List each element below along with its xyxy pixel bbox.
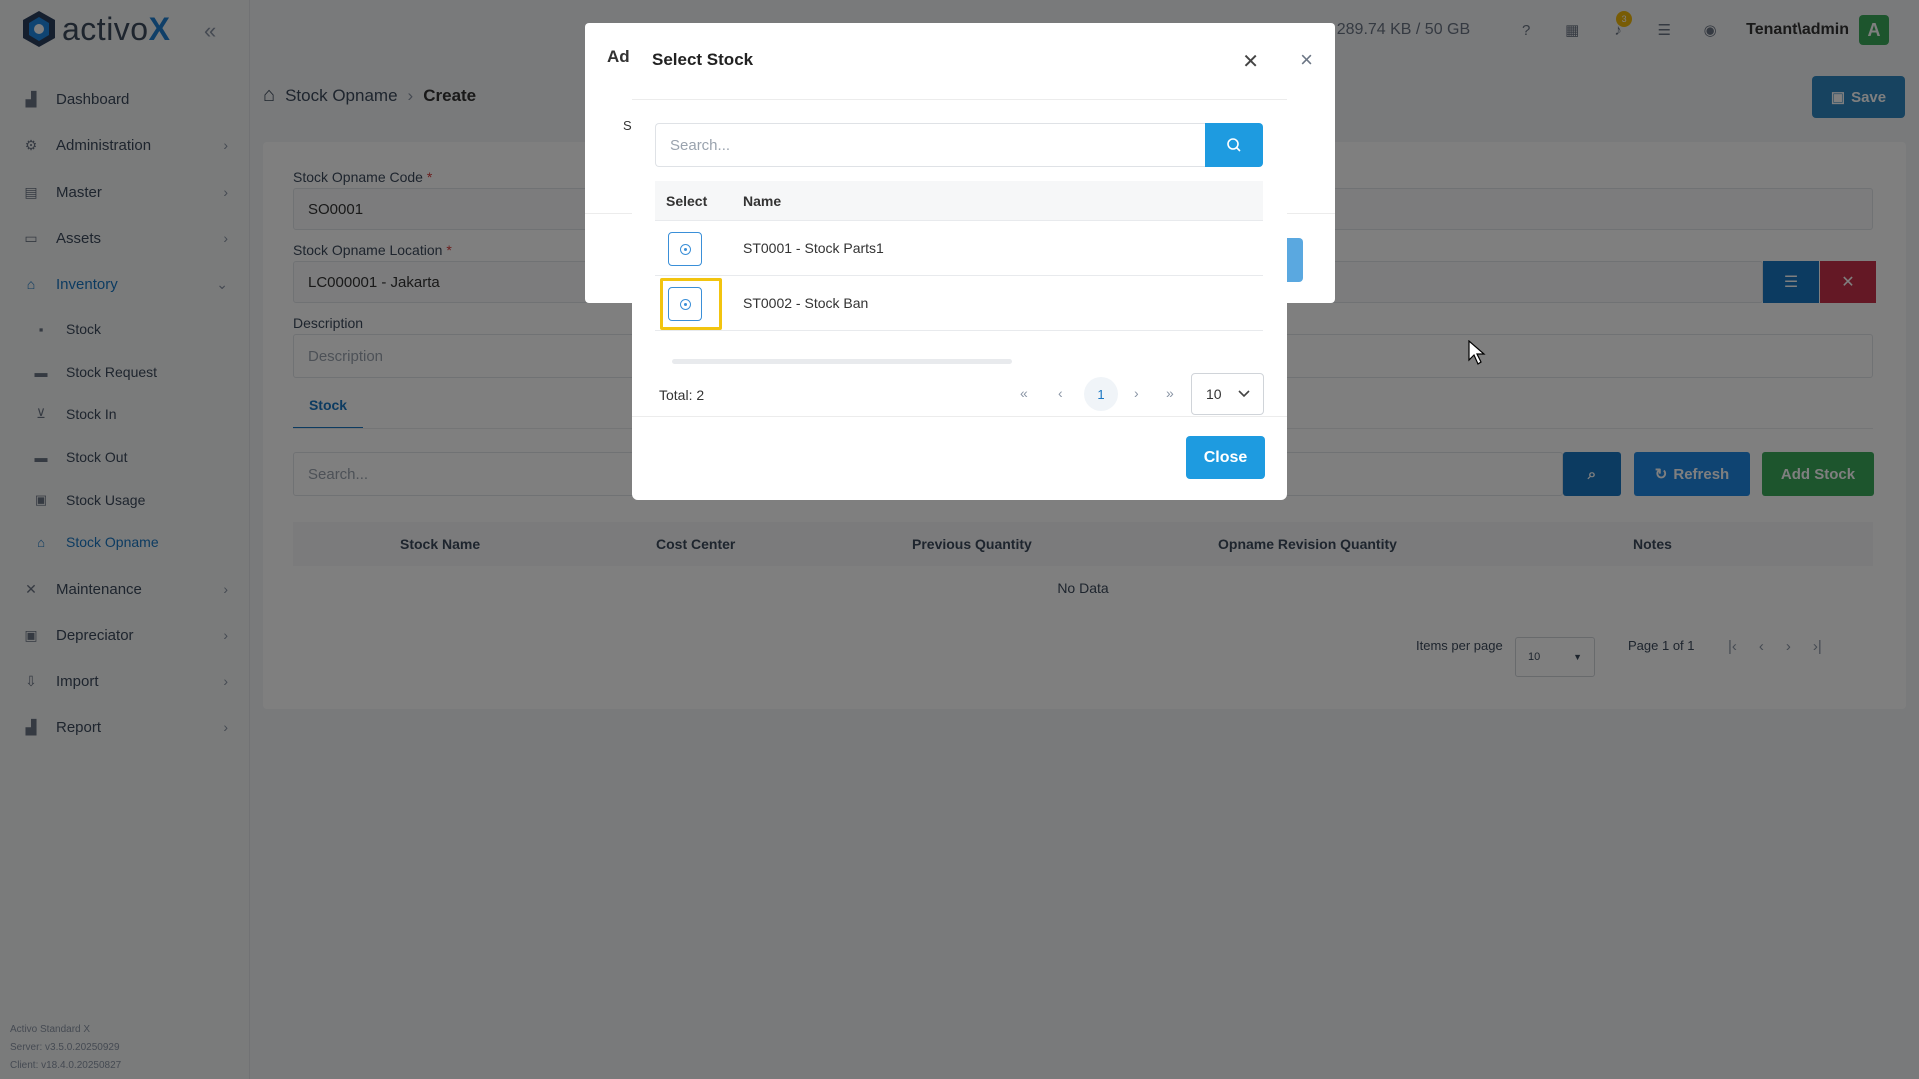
current-page[interactable]: 1 (1084, 377, 1118, 411)
row-name: ST0001 - Stock Parts1 (743, 240, 884, 256)
page-size-select[interactable]: 10 (1191, 373, 1264, 415)
close-button[interactable]: Close (1186, 436, 1265, 479)
close-icon[interactable]: × (1300, 47, 1313, 73)
modal-search-input[interactable]: Search... (655, 123, 1206, 167)
first-page-icon[interactable]: « (1020, 385, 1028, 401)
highlight-box (660, 278, 722, 330)
column-header: Name (743, 192, 782, 209)
close-icon[interactable]: ✕ (1242, 49, 1259, 74)
add-dialog-label: S (623, 118, 632, 133)
next-page-icon[interactable]: › (1134, 385, 1139, 401)
add-dialog-title: Ad (607, 47, 630, 66)
chevron-down-icon (1238, 390, 1250, 398)
table-row[interactable]: ST0001 - Stock Parts1 (655, 221, 1263, 276)
horizontal-scrollbar[interactable] (672, 359, 1012, 364)
column-header: Select (666, 192, 708, 209)
modal-title: Select Stock (652, 50, 754, 69)
modal-search-button[interactable] (1205, 123, 1263, 167)
last-page-icon[interactable]: » (1166, 385, 1174, 401)
modal-table-header: Select Name (655, 181, 1263, 221)
modal-total: Total: 2 (659, 387, 705, 403)
circle-icon (679, 243, 691, 255)
mouse-cursor-icon (1468, 340, 1486, 365)
select-row-button[interactable] (668, 232, 702, 266)
search-icon (1227, 138, 1241, 152)
table-row[interactable]: ST0002 - Stock Ban (655, 276, 1263, 331)
row-name: ST0002 - Stock Ban (743, 295, 869, 311)
modal-divider (632, 99, 1287, 100)
modal-footer-divider (632, 416, 1287, 417)
prev-page-icon[interactable]: ‹ (1058, 385, 1063, 401)
select-stock-modal: Select Stock ✕ Search... Select Name ST0… (632, 23, 1287, 500)
